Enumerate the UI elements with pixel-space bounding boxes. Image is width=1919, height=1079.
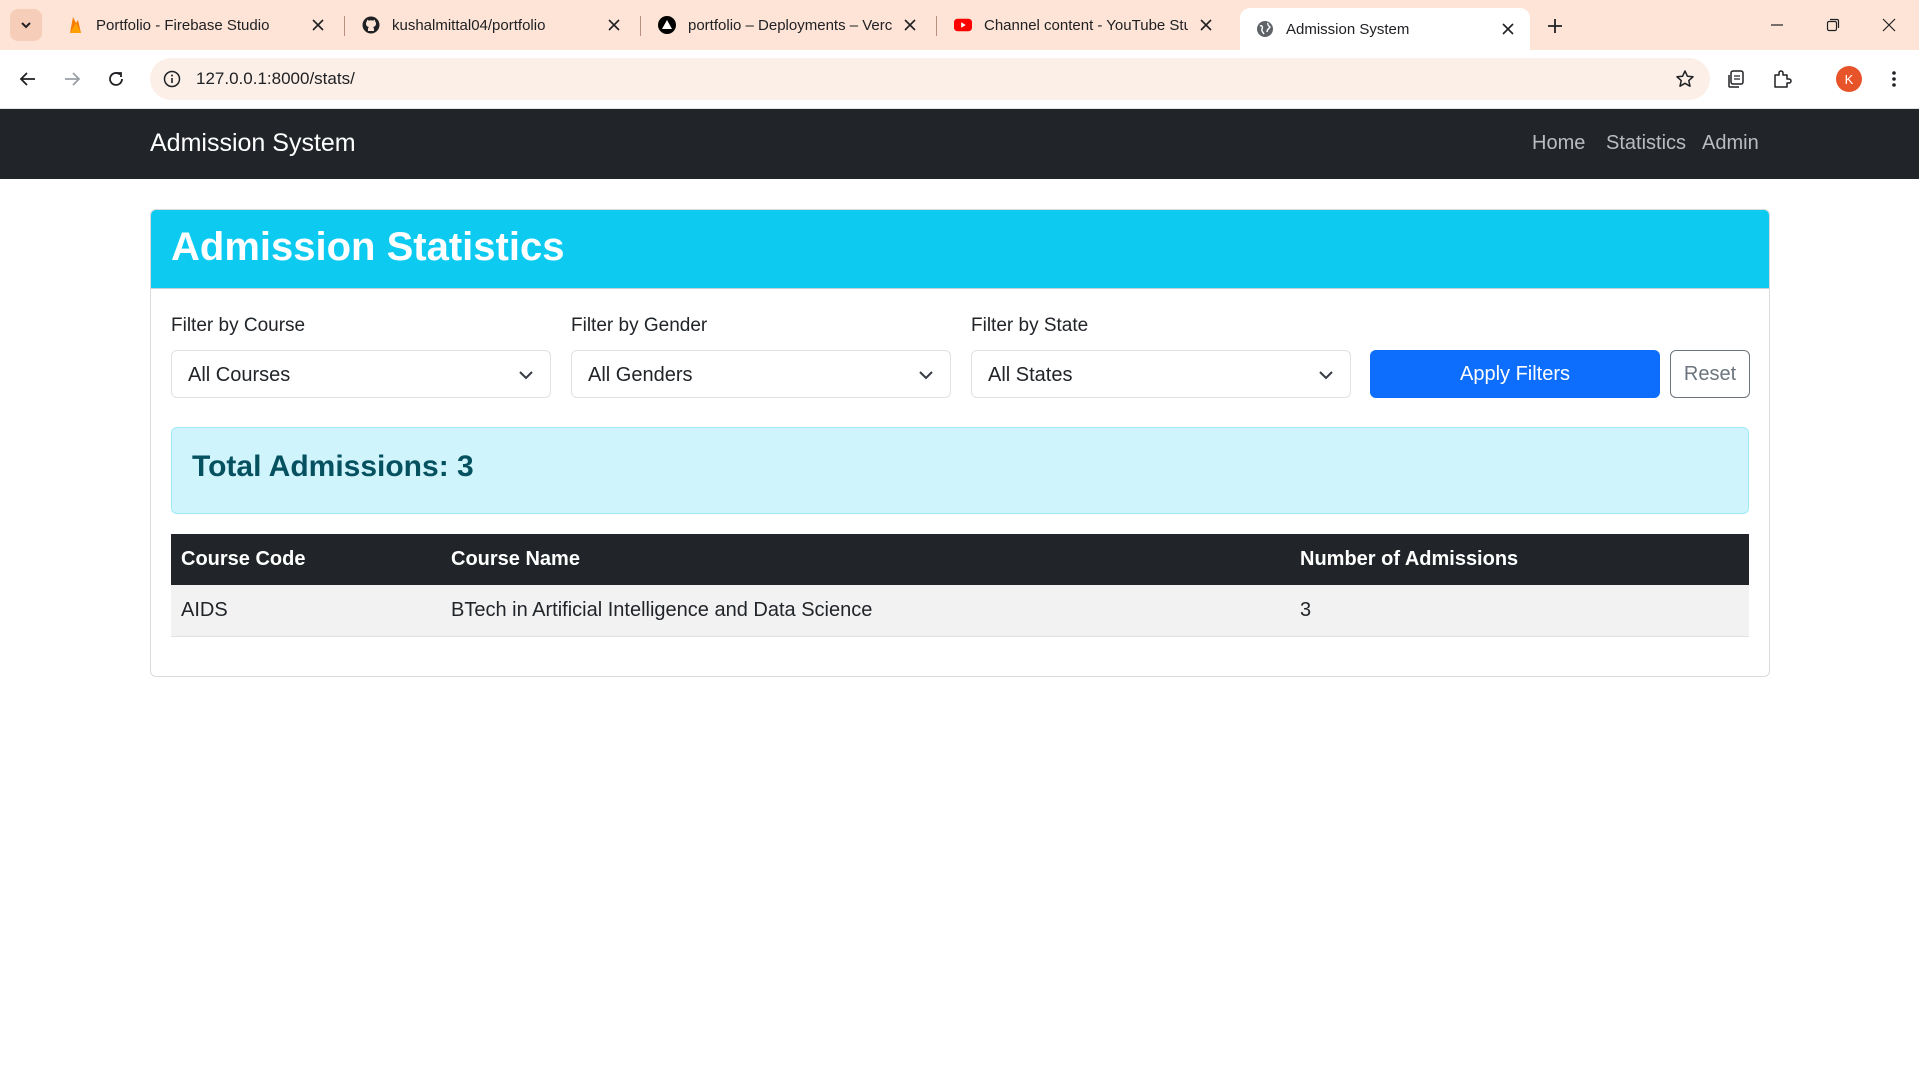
stats-card: Admission Statistics Filter by Course Al… [150,209,1770,677]
profile-avatar[interactable]: K [1836,66,1862,92]
filter-course-label: Filter by Course [171,315,306,336]
browser-tab[interactable]: Portfolio - Firebase Studio [50,8,340,42]
extensions-icon[interactable] [1766,63,1798,95]
browser-tabstrip: Portfolio - Firebase Studio kushalmittal… [0,0,1919,50]
browser-toolbar: 127.0.0.1:8000/stats/ K [0,50,1919,109]
close-icon[interactable] [1498,19,1518,39]
browser-tab[interactable]: Channel content - YouTube Studio [938,8,1228,42]
column-header: Course Name [441,534,1290,585]
minimize-button[interactable] [1752,8,1802,42]
column-header: Course Code [171,534,441,585]
close-icon[interactable] [308,15,328,35]
tab-title: Channel content - YouTube Studio [984,16,1188,34]
github-icon [362,16,380,34]
total-admissions-alert: Total Admissions: 3 [171,427,1749,514]
forward-button[interactable] [56,63,88,95]
page-title: Admission Statistics [171,225,565,269]
close-icon [1882,18,1896,32]
browser-tab[interactable]: portfolio – Deployments – Vercel [642,8,932,42]
admissions-table: Course Code Course Name Number of Admiss… [171,534,1749,637]
chevron-down-icon [919,371,933,380]
column-header: Number of Admissions [1290,534,1749,585]
nav-link-admin[interactable]: Admin [1702,132,1759,155]
table-row: AIDS BTech in Artificial Intelligence an… [171,585,1749,637]
gender-select-value: All Genders [588,364,693,386]
tab-title: Admission System [1286,20,1410,38]
restore-icon [1826,18,1840,32]
tab-title: Portfolio - Firebase Studio [96,16,270,34]
close-icon[interactable] [604,15,624,35]
tab-title: kushalmittal04/portfolio [392,16,546,34]
vercel-icon [658,16,676,34]
state-select[interactable]: All States [971,350,1351,398]
reload-icon [109,72,123,86]
course-select-value: All Courses [188,364,291,386]
arrow-left-icon [19,72,35,86]
gender-select[interactable]: All Genders [571,350,951,398]
new-tab-button[interactable] [1540,11,1570,41]
tab-separator [640,16,641,36]
close-icon[interactable] [1196,15,1216,35]
minimize-icon [1771,24,1783,26]
bookmark-star-icon[interactable] [1674,68,1696,90]
browser-tab-active[interactable]: Admission System [1240,8,1530,50]
info-icon[interactable] [162,69,182,89]
tab-search-button[interactable] [10,9,42,41]
total-admissions: Total Admissions: 3 [192,450,474,483]
tab-title: portfolio – Deployments – Vercel [688,16,892,34]
youtube-icon [954,16,972,34]
back-button[interactable] [12,63,44,95]
plus-icon [1548,19,1562,33]
filter-gender-label: Filter by Gender [571,315,708,336]
firebase-icon [66,16,84,34]
chevron-down-icon [519,371,533,380]
chevron-down-icon [1319,371,1333,380]
tab-separator [936,16,937,36]
chevron-down-icon [21,22,31,29]
tab-groups-icon[interactable] [1720,63,1752,95]
reload-button[interactable] [100,63,132,95]
filter-state-label: Filter by State [971,315,1089,336]
apply-filters-button[interactable]: Apply Filters [1370,350,1660,398]
table-header-row: Course Code Course Name Number of Admiss… [171,534,1749,585]
nav-link-statistics[interactable]: Statistics [1606,132,1686,155]
globe-icon [1256,20,1274,38]
course-select[interactable]: All Courses [171,350,551,398]
app-navbar: Admission System Home Statistics Admin [0,109,1919,179]
close-window-button[interactable] [1864,8,1914,42]
navbar-brand[interactable]: Admission System [150,129,356,158]
menu-kebab-icon[interactable] [1878,63,1910,95]
cell-course-name: BTech in Artificial Intelligence and Dat… [441,585,1290,637]
cell-admissions-count: 3 [1290,585,1749,637]
arrow-right-icon [65,72,81,86]
state-select-value: All States [988,364,1073,386]
reset-button[interactable]: Reset [1670,350,1750,398]
address-bar[interactable]: 127.0.0.1:8000/stats/ [150,58,1710,100]
tab-separator [344,16,345,36]
card-header: Admission Statistics [151,210,1769,289]
close-icon[interactable] [900,15,920,35]
nav-link-home[interactable]: Home [1532,132,1585,155]
url-text: 127.0.0.1:8000/stats/ [196,69,355,88]
browser-tab[interactable]: kushalmittal04/portfolio [346,8,636,42]
cell-course-code: AIDS [171,585,441,637]
restore-button[interactable] [1808,8,1858,42]
